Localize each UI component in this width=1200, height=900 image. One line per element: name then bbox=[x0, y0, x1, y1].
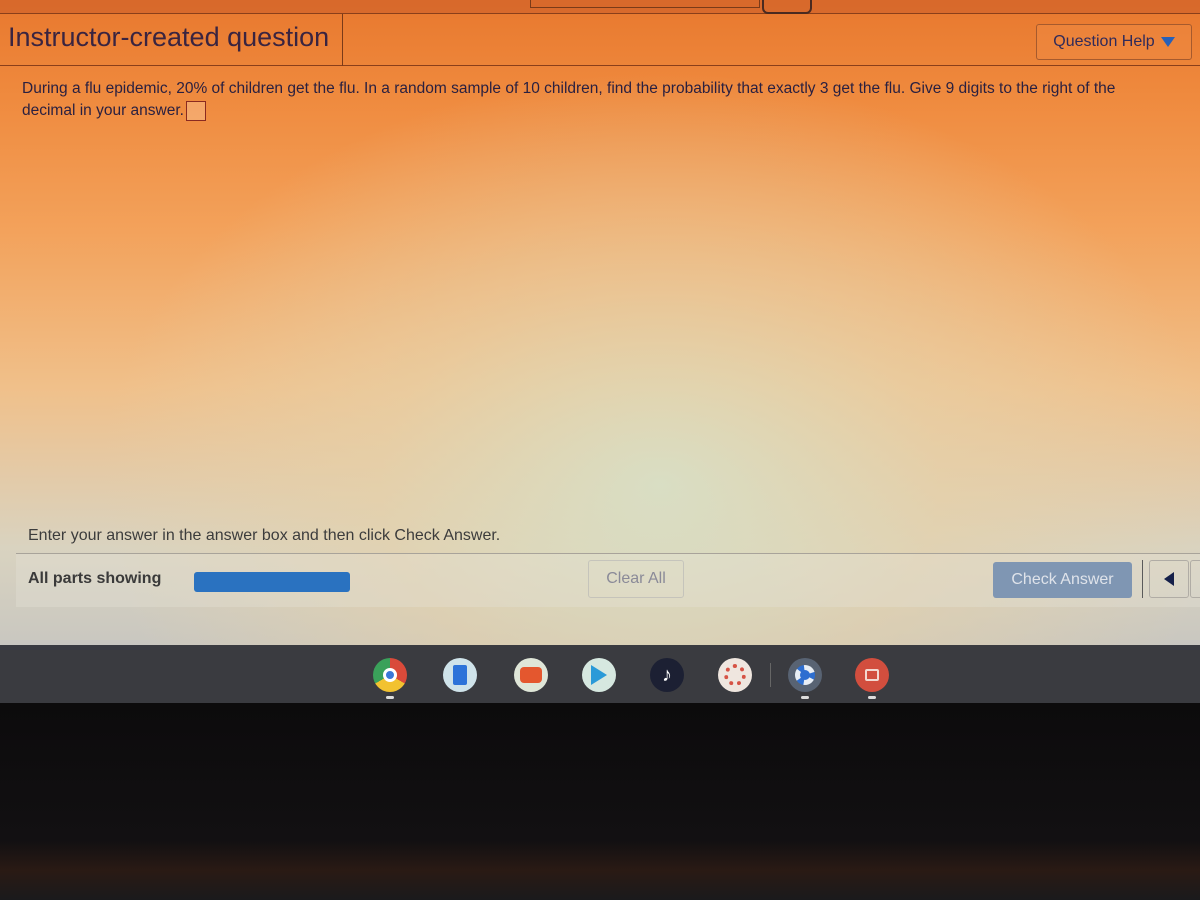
settings-icon[interactable] bbox=[788, 658, 822, 692]
page-title: Instructor-created question bbox=[8, 22, 330, 52]
image-icon bbox=[865, 669, 879, 681]
chrome-center-icon bbox=[383, 668, 397, 682]
youtube-play-icon bbox=[520, 667, 542, 683]
instructions-text: Enter your answer in the answer box and … bbox=[28, 527, 501, 544]
parts-showing-label: All parts showing bbox=[28, 570, 162, 587]
tiktok-icon[interactable]: ♪ bbox=[650, 658, 684, 692]
google-docs-icon[interactable] bbox=[443, 658, 477, 692]
top-toolbar-strip bbox=[0, 0, 1200, 14]
os-shelf: ♪ bbox=[0, 645, 1200, 703]
parts-progress-bar bbox=[194, 572, 350, 592]
question-line-1: During a flu epidemic, 20% of children g… bbox=[22, 80, 1116, 97]
running-indicator bbox=[386, 696, 394, 699]
question-text: During a flu epidemic, 20% of children g… bbox=[22, 78, 1200, 122]
running-indicator bbox=[801, 696, 809, 699]
dropdown-triangle-icon bbox=[1160, 37, 1175, 47]
canvas-ring-icon bbox=[724, 664, 746, 686]
question-line-2-text: decimal in your answer. bbox=[22, 102, 184, 119]
previous-question-button[interactable] bbox=[1149, 560, 1189, 598]
question-help-button[interactable]: Question Help bbox=[1036, 24, 1192, 60]
answer-input[interactable] bbox=[185, 100, 206, 121]
shelf-divider bbox=[770, 663, 771, 687]
divider bbox=[342, 14, 343, 66]
top-tab[interactable] bbox=[530, 0, 760, 8]
play-store-icon[interactable] bbox=[582, 658, 616, 692]
hand-cursor-icon bbox=[762, 0, 812, 14]
question-footer: All parts showing Clear All Check Answer bbox=[16, 553, 1200, 607]
browser-screen: Instructor-created question Question Hel… bbox=[0, 0, 1200, 645]
docs-page-icon bbox=[453, 665, 467, 685]
play-triangle-icon bbox=[591, 665, 607, 685]
canvas-icon[interactable] bbox=[718, 658, 752, 692]
gallery-icon[interactable] bbox=[855, 658, 889, 692]
question-help-label: Question Help bbox=[1053, 33, 1155, 50]
clear-all-button[interactable]: Clear All bbox=[588, 560, 684, 598]
question-header: Instructor-created question Question Hel… bbox=[0, 14, 1200, 66]
divider bbox=[1142, 560, 1143, 598]
check-answer-button[interactable]: Check Answer bbox=[993, 562, 1132, 598]
next-question-button[interactable] bbox=[1190, 560, 1200, 598]
gear-icon bbox=[795, 665, 815, 685]
tiktok-note-icon: ♪ bbox=[662, 663, 672, 686]
chrome-icon[interactable] bbox=[373, 658, 407, 692]
arrow-left-icon bbox=[1164, 572, 1174, 586]
question-line-2: decimal in your answer. bbox=[22, 100, 1200, 122]
youtube-icon[interactable] bbox=[514, 658, 548, 692]
running-indicator bbox=[868, 696, 876, 699]
laptop-bezel bbox=[0, 703, 1200, 900]
